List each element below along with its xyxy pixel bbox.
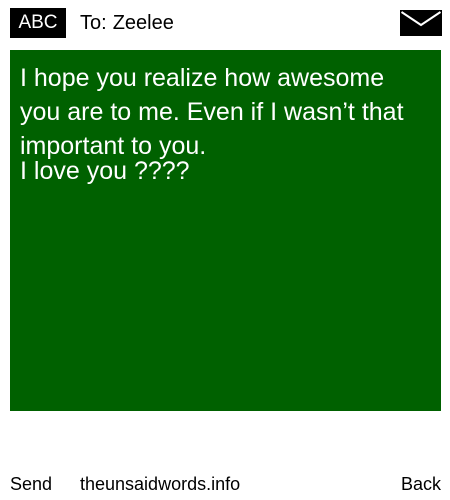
send-button[interactable]: Send: [10, 470, 52, 498]
softkey-bar: Send theunsaidwords.info Back: [0, 470, 450, 498]
message-line: I love you ????: [20, 157, 190, 185]
site-link[interactable]: theunsaidwords.info: [80, 470, 240, 498]
back-button[interactable]: Back: [401, 470, 441, 498]
message-body[interactable]: I hope you realize how awesome you are t…: [10, 50, 441, 411]
to-label: To:: [80, 12, 107, 34]
compose-header: ABC To: Zeelee: [0, 0, 450, 46]
recipient-name: Zeelee: [112, 12, 174, 34]
input-mode-indicator: ABC: [10, 8, 66, 38]
message-line: I hope you realize how awesome you are t…: [20, 64, 404, 160]
envelope-icon: [400, 10, 442, 36]
recipient-field[interactable]: To: Zeelee: [80, 8, 174, 38]
